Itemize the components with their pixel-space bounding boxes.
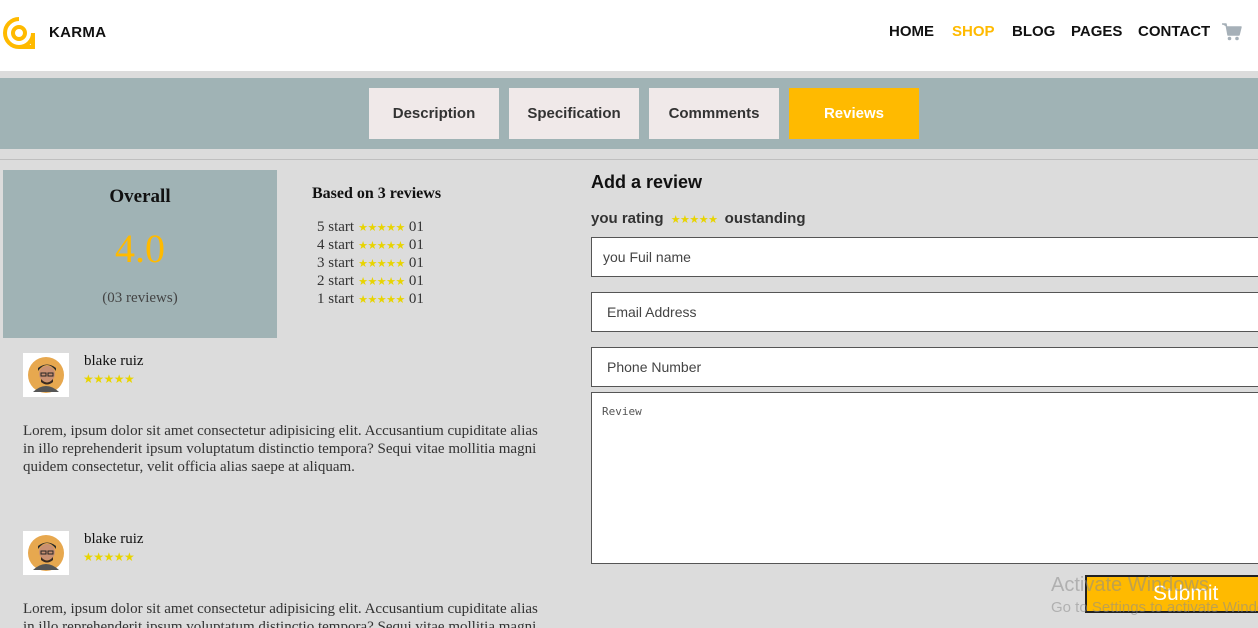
your-rating-word: oustanding [724,210,806,227]
tab-reviews[interactable]: Reviews [789,88,919,139]
star-icons: ★★★★★ [358,274,405,288]
overall-title: Overall [109,186,171,207]
breakdown-title: Based on 3 reviews [312,185,442,202]
rating-breakdown: 5 start ★★★★★ 01 4 start ★★★★★ 01 3 star… [317,218,424,308]
rating-row-label: 3 start [317,254,355,271]
tab-specification[interactable]: Specification [509,88,639,139]
rating-row-label: 5 start [317,218,355,235]
your-rating-label: you rating [591,210,664,227]
logo-icon[interactable] [2,16,36,50]
star-icons: ★★★★★ [83,550,135,564]
rating-row-label: 2 start [317,272,355,289]
your-rating: you rating ★★★★★ oustanding [591,210,806,227]
cart-icon[interactable] [1222,23,1242,41]
star-icons: ★★★★★ [83,372,135,386]
email-input[interactable] [591,292,1258,332]
rating-row: 5 start ★★★★★ 01 [317,218,424,236]
avatar-icon [28,535,64,571]
rating-row-count: 01 [408,272,424,289]
nav-blog[interactable]: BLOG [1012,23,1055,40]
avatar [23,353,69,397]
review-textarea[interactable] [591,392,1258,564]
activation-watermark-subtitle: Go to Settings to activate Windows. [1051,599,1258,616]
rating-row-label: 1 start [317,290,355,307]
activation-watermark-title: Activate Windows [1051,574,1209,596]
nav-pages[interactable]: PAGES [1071,23,1122,40]
rating-row: 4 start ★★★★★ 01 [317,236,424,254]
star-icons: ★★★★★ [358,256,405,270]
brand-name[interactable]: KARMA [49,24,106,41]
review-text: Lorem, ipsum dolor sit amet consectetur … [23,601,538,628]
header-divider [0,71,1258,78]
rating-row: 2 start ★★★★★ 01 [317,272,424,290]
rating-row: 3 start ★★★★★ 01 [317,254,424,272]
review-text: Lorem, ipsum dolor sit amet consectetur … [23,423,538,475]
site-header: KARMA HOME SHOP BLOG PAGES CONTACT [0,0,1258,71]
avatar-icon [28,357,64,393]
overall-review-count: (03 reviews) [102,290,178,306]
name-input[interactable] [591,237,1258,277]
review-item: blake ruiz ★★★★★ Lorem, ipsum dolor sit … [23,531,563,628]
reviewer-name: blake ruiz [84,531,144,547]
rating-row-count: 01 [408,218,424,235]
rating-row-label: 4 start [317,236,355,253]
rating-row-count: 01 [408,254,424,271]
product-tabs: Description Specification Commments Revi… [0,78,1258,149]
star-icons: ★★★★★ [358,238,405,252]
tab-description[interactable]: Description [369,88,499,139]
reviewer-name: blake ruiz [84,353,144,369]
nav-home[interactable]: HOME [889,23,934,40]
overall-rating-box: Overall 4.0 (03 reviews) [3,170,277,338]
star-icons: ★★★★★ [358,292,405,306]
star-icons: ★★★★★ [358,220,405,234]
review-item: blake ruiz ★★★★★ Lorem, ipsum dolor sit … [23,353,563,483]
nav-shop[interactable]: SHOP [952,23,995,40]
rating-star-picker[interactable]: ★★★★★ [671,213,718,226]
avatar [23,531,69,575]
add-review-title: Add a review [591,172,703,192]
overall-score: 4.0 [115,226,165,271]
phone-input[interactable] [591,347,1258,387]
section-divider [0,159,1258,160]
rating-row-count: 01 [408,236,424,253]
rating-row: 1 start ★★★★★ 01 [317,290,424,308]
nav-contact[interactable]: CONTACT [1138,23,1210,40]
tab-comments[interactable]: Commments [649,88,779,139]
rating-row-count: 01 [408,290,424,307]
